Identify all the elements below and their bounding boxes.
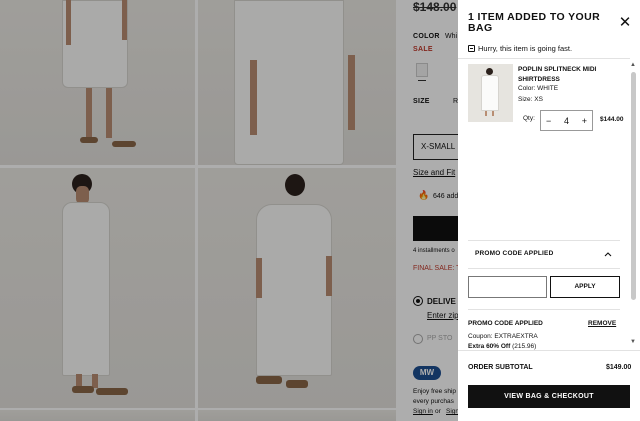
drawer-scrollbar[interactable] <box>631 72 636 300</box>
view-bag-checkout-button[interactable]: VIEW BAG & CHECKOUT <box>468 385 630 408</box>
qty-decrease-button[interactable]: − <box>546 116 551 126</box>
divider <box>468 268 620 269</box>
hurry-notice: Hurry, this item is going fast. <box>468 44 572 53</box>
remove-promo-link[interactable]: REMOVE <box>588 320 616 327</box>
promo-code-input[interactable] <box>468 276 547 298</box>
tag-icon <box>468 45 475 52</box>
divider <box>468 240 620 241</box>
divider <box>458 58 630 59</box>
quantity-stepper: − 4 + <box>540 110 593 131</box>
qty-label: Qty: <box>523 115 535 122</box>
subtotal-value: $149.00 <box>606 364 632 371</box>
discount-amount: (215.96) <box>512 343 537 350</box>
promo-applied-label: PROMO CODE APPLIED <box>468 320 543 327</box>
coupon-code-line: Coupon: EXTRAEXTRA <box>468 333 538 340</box>
bag-item-price: $144.00 <box>600 116 624 123</box>
close-icon[interactable]: ✕ <box>618 15 632 30</box>
promo-accordion-header[interactable]: PROMO CODE APPLIED <box>475 250 553 257</box>
divider <box>468 309 620 310</box>
qty-increase-button[interactable]: + <box>582 116 587 126</box>
subtotal-label: ORDER SUBTOTAL <box>468 364 533 371</box>
modal-backdrop[interactable] <box>0 0 458 421</box>
bag-item-color: Color: WHITE <box>518 85 559 92</box>
page: $148.00 COLOR Whi SALE SIZE R X-SMALL Si… <box>0 0 640 421</box>
qty-value[interactable]: 4 <box>564 116 569 126</box>
hurry-text: Hurry, this item is going fast. <box>478 44 573 53</box>
bag-item-size: Size: XS <box>518 96 543 103</box>
apply-button[interactable]: APPLY <box>550 276 620 298</box>
subtotal-bar: ORDER SUBTOTAL $149.00 VIEW BAG & CHECKO… <box>458 350 640 421</box>
bag-title: 1 ITEM ADDED TO YOUR BAG <box>468 11 601 34</box>
scroll-down-icon[interactable]: ▼ <box>630 339 636 345</box>
scroll-up-icon[interactable]: ▲ <box>630 62 636 68</box>
bag-drawer: 1 ITEM ADDED TO YOUR BAG ✕ Hurry, this i… <box>458 0 640 421</box>
bag-item-thumbnail[interactable] <box>468 64 513 122</box>
chevron-up-icon[interactable] <box>604 250 612 258</box>
coupon-details: Coupon: EXTRAEXTRA Extra 60% Off (215.96… <box>468 332 538 352</box>
bag-item-name[interactable]: POPLIN SPLITNECK MIDI SHIRTDRESS <box>518 65 608 85</box>
discount-name: Extra 60% Off <box>468 343 511 350</box>
